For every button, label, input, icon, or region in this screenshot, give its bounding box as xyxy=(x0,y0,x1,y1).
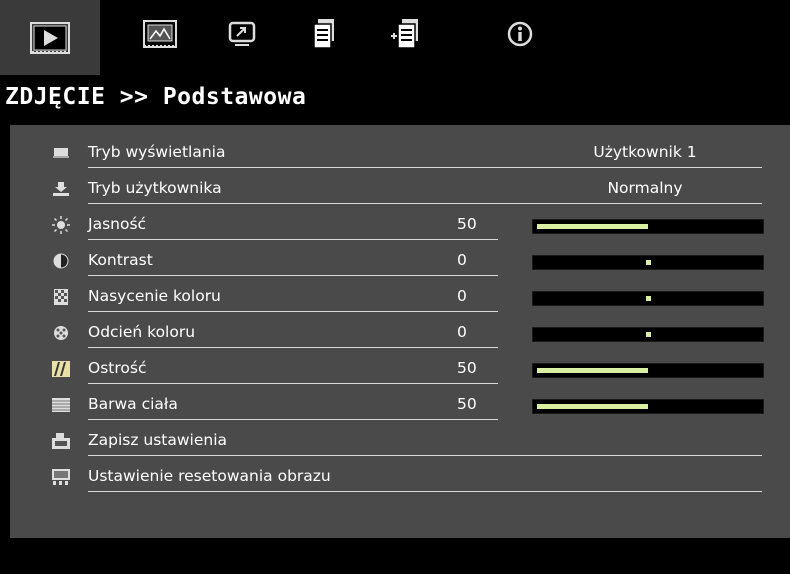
menu-item-reset-image[interactable]: Ustawienie resetowania obrazu xyxy=(10,459,790,495)
menu-header: ZDJĘCIE >> Podstawowa xyxy=(0,75,790,125)
reset-image-icon xyxy=(52,468,70,486)
tab-options[interactable] xyxy=(382,10,430,58)
divider xyxy=(88,275,498,276)
menu-item-saturation[interactable]: Nasycenie koloru 0 xyxy=(10,279,790,315)
setting-value: 50 xyxy=(457,395,477,413)
settings-document-icon xyxy=(313,19,334,49)
slider-marker xyxy=(646,296,651,301)
slider-fill xyxy=(537,368,648,373)
tab-settings[interactable] xyxy=(300,10,348,58)
settings-panel: Tryb wyświetlania Użytkownik 1 Tryb użyt… xyxy=(10,125,790,538)
setting-value: 0 xyxy=(457,251,467,269)
user-mode-icon xyxy=(52,180,70,198)
tint-slider[interactable] xyxy=(532,327,764,342)
menu-item-contrast[interactable]: Kontrast 0 xyxy=(10,243,790,279)
setting-value: 50 xyxy=(457,215,477,233)
menu-item-label: Tryb wyświetlania xyxy=(88,143,226,161)
page-title: ZDJĘCIE >> Podstawowa xyxy=(5,84,307,110)
saturation-slider[interactable] xyxy=(532,291,764,306)
skin-tone-slider[interactable] xyxy=(532,399,764,414)
tab-display[interactable] xyxy=(218,10,266,58)
menu-item-label: Tryb użytkownika xyxy=(88,179,222,197)
menu-item-label: Barwa ciała xyxy=(88,395,178,413)
slider-marker xyxy=(646,332,651,337)
slider-marker xyxy=(646,260,651,265)
tab-info[interactable] xyxy=(496,10,544,58)
menu-item-label: Kontrast xyxy=(88,251,153,269)
contrast-slider[interactable] xyxy=(532,255,764,270)
setting-value: 50 xyxy=(457,359,477,377)
status-bar xyxy=(0,538,790,574)
divider xyxy=(88,203,762,204)
slider-fill xyxy=(537,404,648,409)
menu-item-tint[interactable]: Odcień koloru 0 xyxy=(10,315,790,351)
divider xyxy=(88,239,498,240)
brightness-icon xyxy=(52,216,70,234)
setting-value[interactable]: Normalny xyxy=(530,179,760,197)
menu-item-skin-tone[interactable]: Barwa ciała 50 xyxy=(10,387,790,423)
divider xyxy=(88,311,498,312)
menu-item-user-mode[interactable]: Tryb użytkownika Normalny xyxy=(10,171,790,207)
menu-item-label: Ustawienie resetowania obrazu xyxy=(88,467,331,485)
divider xyxy=(88,419,498,420)
setting-value: 0 xyxy=(457,323,467,341)
options-document-icon xyxy=(391,19,418,49)
menu-item-label: Zapisz ustawienia xyxy=(88,431,228,449)
sharpness-slider[interactable] xyxy=(532,363,764,378)
tab-picture[interactable] xyxy=(0,0,100,75)
screen-icon xyxy=(143,20,177,48)
menu-item-sharpness[interactable]: Ostrość 50 xyxy=(10,351,790,387)
slider-fill xyxy=(537,224,648,229)
tab-screen[interactable] xyxy=(136,10,184,58)
menu-item-label: Jasność xyxy=(88,215,147,233)
menu-item-save-settings[interactable]: Zapisz ustawienia xyxy=(10,423,790,459)
save-settings-icon xyxy=(52,432,70,450)
menu-item-display-mode[interactable]: Tryb wyświetlania Użytkownik 1 xyxy=(10,135,790,171)
saturation-icon xyxy=(52,288,70,306)
setting-value[interactable]: Użytkownik 1 xyxy=(530,143,760,161)
sharpness-icon xyxy=(52,360,70,378)
picture-icon xyxy=(30,21,70,54)
brightness-slider[interactable] xyxy=(532,219,764,234)
info-icon xyxy=(507,21,533,47)
divider xyxy=(88,347,498,348)
divider xyxy=(88,491,762,492)
menu-item-label: Nasycenie koloru xyxy=(88,287,221,305)
contrast-icon xyxy=(52,252,70,270)
divider xyxy=(88,455,762,456)
display-mode-icon xyxy=(52,144,70,162)
tint-icon xyxy=(52,324,70,342)
setting-value: 0 xyxy=(457,287,467,305)
menu-item-label: Odcień koloru xyxy=(88,323,196,341)
menu-item-label: Ostrość xyxy=(88,359,147,377)
menu-item-brightness[interactable]: Jasność 50 xyxy=(10,207,790,243)
divider xyxy=(88,167,762,168)
display-icon xyxy=(228,21,256,46)
skin-tone-icon xyxy=(52,396,70,414)
divider xyxy=(88,383,498,384)
menu-tab-bar xyxy=(0,0,790,75)
